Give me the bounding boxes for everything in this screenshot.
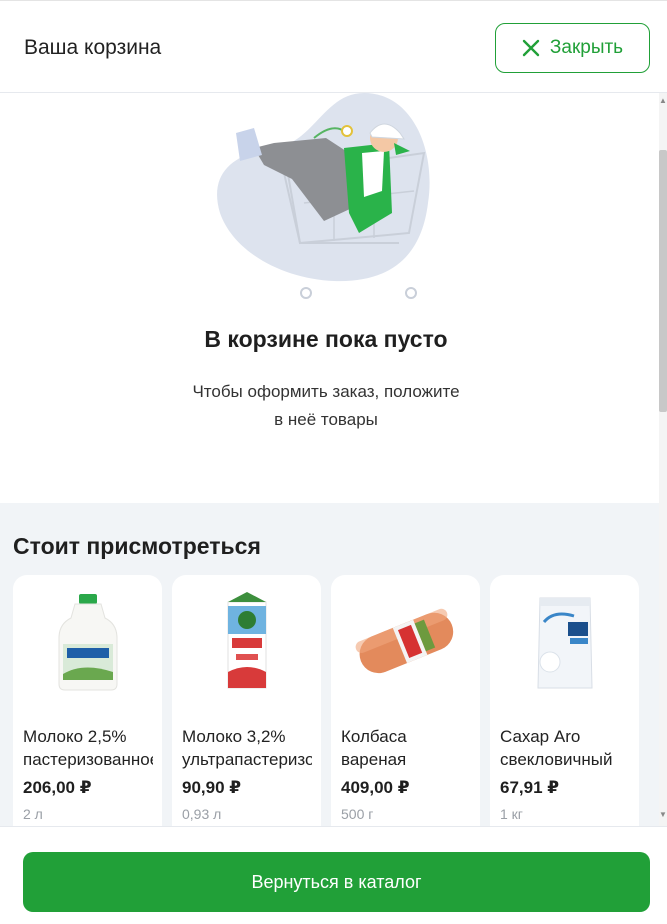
cart-footer: Вернуться в каталог	[0, 826, 667, 924]
sausage-icon	[331, 587, 480, 697]
product-unit: 1 кг	[500, 806, 523, 822]
product-name-line2: вареная	[341, 750, 407, 769]
empty-cart-subtitle-line2: в неё товары	[274, 410, 378, 429]
scroll-up-arrow-icon[interactable]: ▲	[659, 96, 667, 105]
close-button-label: Закрыть	[549, 37, 624, 58]
product-name: Колбаса вареная	[341, 725, 471, 771]
product-price: 206,00 ₽	[23, 778, 92, 797]
product-card[interactable]: Молоко 2,5% пастеризованное 206,00 ₽ 2 л	[13, 575, 162, 826]
product-price: 409,00 ₽	[341, 778, 410, 797]
cart-content[interactable]: В корзине пока пусто Чтобы оформить зака…	[0, 93, 667, 826]
back-to-catalog-button[interactable]: Вернуться в каталог	[23, 852, 650, 912]
empty-cart-illustration	[217, 93, 430, 299]
close-button[interactable]: Закрыть	[495, 23, 650, 73]
product-price: 67,91 ₽	[500, 778, 560, 797]
product-name: Молоко 3,2% ультрапастеризованное	[182, 725, 312, 771]
product-unit: 0,93 л	[182, 806, 222, 822]
product-unit: 500 г	[341, 806, 374, 822]
empty-cart-subtitle-line1: Чтобы оформить заказ, положите	[192, 382, 460, 401]
close-icon	[522, 39, 540, 57]
product-name: Молоко 2,5% пастеризованное	[23, 725, 153, 771]
product-name-line1: Молоко 2,5%	[23, 727, 127, 746]
product-card[interactable]: Колбаса вареная 409,00 ₽ 500 г	[331, 575, 480, 826]
product-price: 90,90 ₽	[182, 778, 242, 797]
sugar-bag-icon	[490, 587, 639, 697]
milk-bottle-icon	[13, 587, 162, 697]
empty-cart-block: В корзине пока пусто Чтобы оформить зака…	[0, 93, 660, 503]
product-card[interactable]: Молоко 3,2% ультрапастеризованное 90,90 …	[172, 575, 321, 826]
empty-cart-subtitle: Чтобы оформить заказ, положите в неё тов…	[163, 378, 489, 434]
product-name-line1: Сахар Aro	[500, 727, 581, 746]
product-name-line1: Колбаса	[341, 727, 407, 746]
product-name: Сахар Aro свекловичный	[500, 725, 630, 771]
product-name-line2: свекловичный	[500, 750, 613, 769]
cart-title: Ваша корзина	[24, 36, 162, 59]
cart-header: Ваша корзина Закрыть	[0, 0, 667, 93]
recommendations-title: Стоит присмотреться	[13, 533, 261, 559]
product-name-line2: пастеризованное	[23, 750, 153, 769]
scroll-down-arrow-icon[interactable]: ▼	[659, 810, 667, 819]
recommendations-section: Стоит присмотреться Молоко 2,5% пастериз…	[0, 503, 660, 826]
product-card[interactable]: Сахар Aro свекловичный 67,91 ₽ 1 кг	[490, 575, 639, 826]
milk-carton-icon	[172, 587, 321, 697]
product-name-line2: ультрапастеризованное	[182, 750, 312, 769]
product-unit: 2 л	[23, 806, 43, 822]
product-name-line1: Молоко 3,2%	[182, 727, 286, 746]
empty-cart-title: В корзине пока пусто	[204, 326, 448, 352]
scrollbar-thumb[interactable]	[659, 150, 667, 412]
